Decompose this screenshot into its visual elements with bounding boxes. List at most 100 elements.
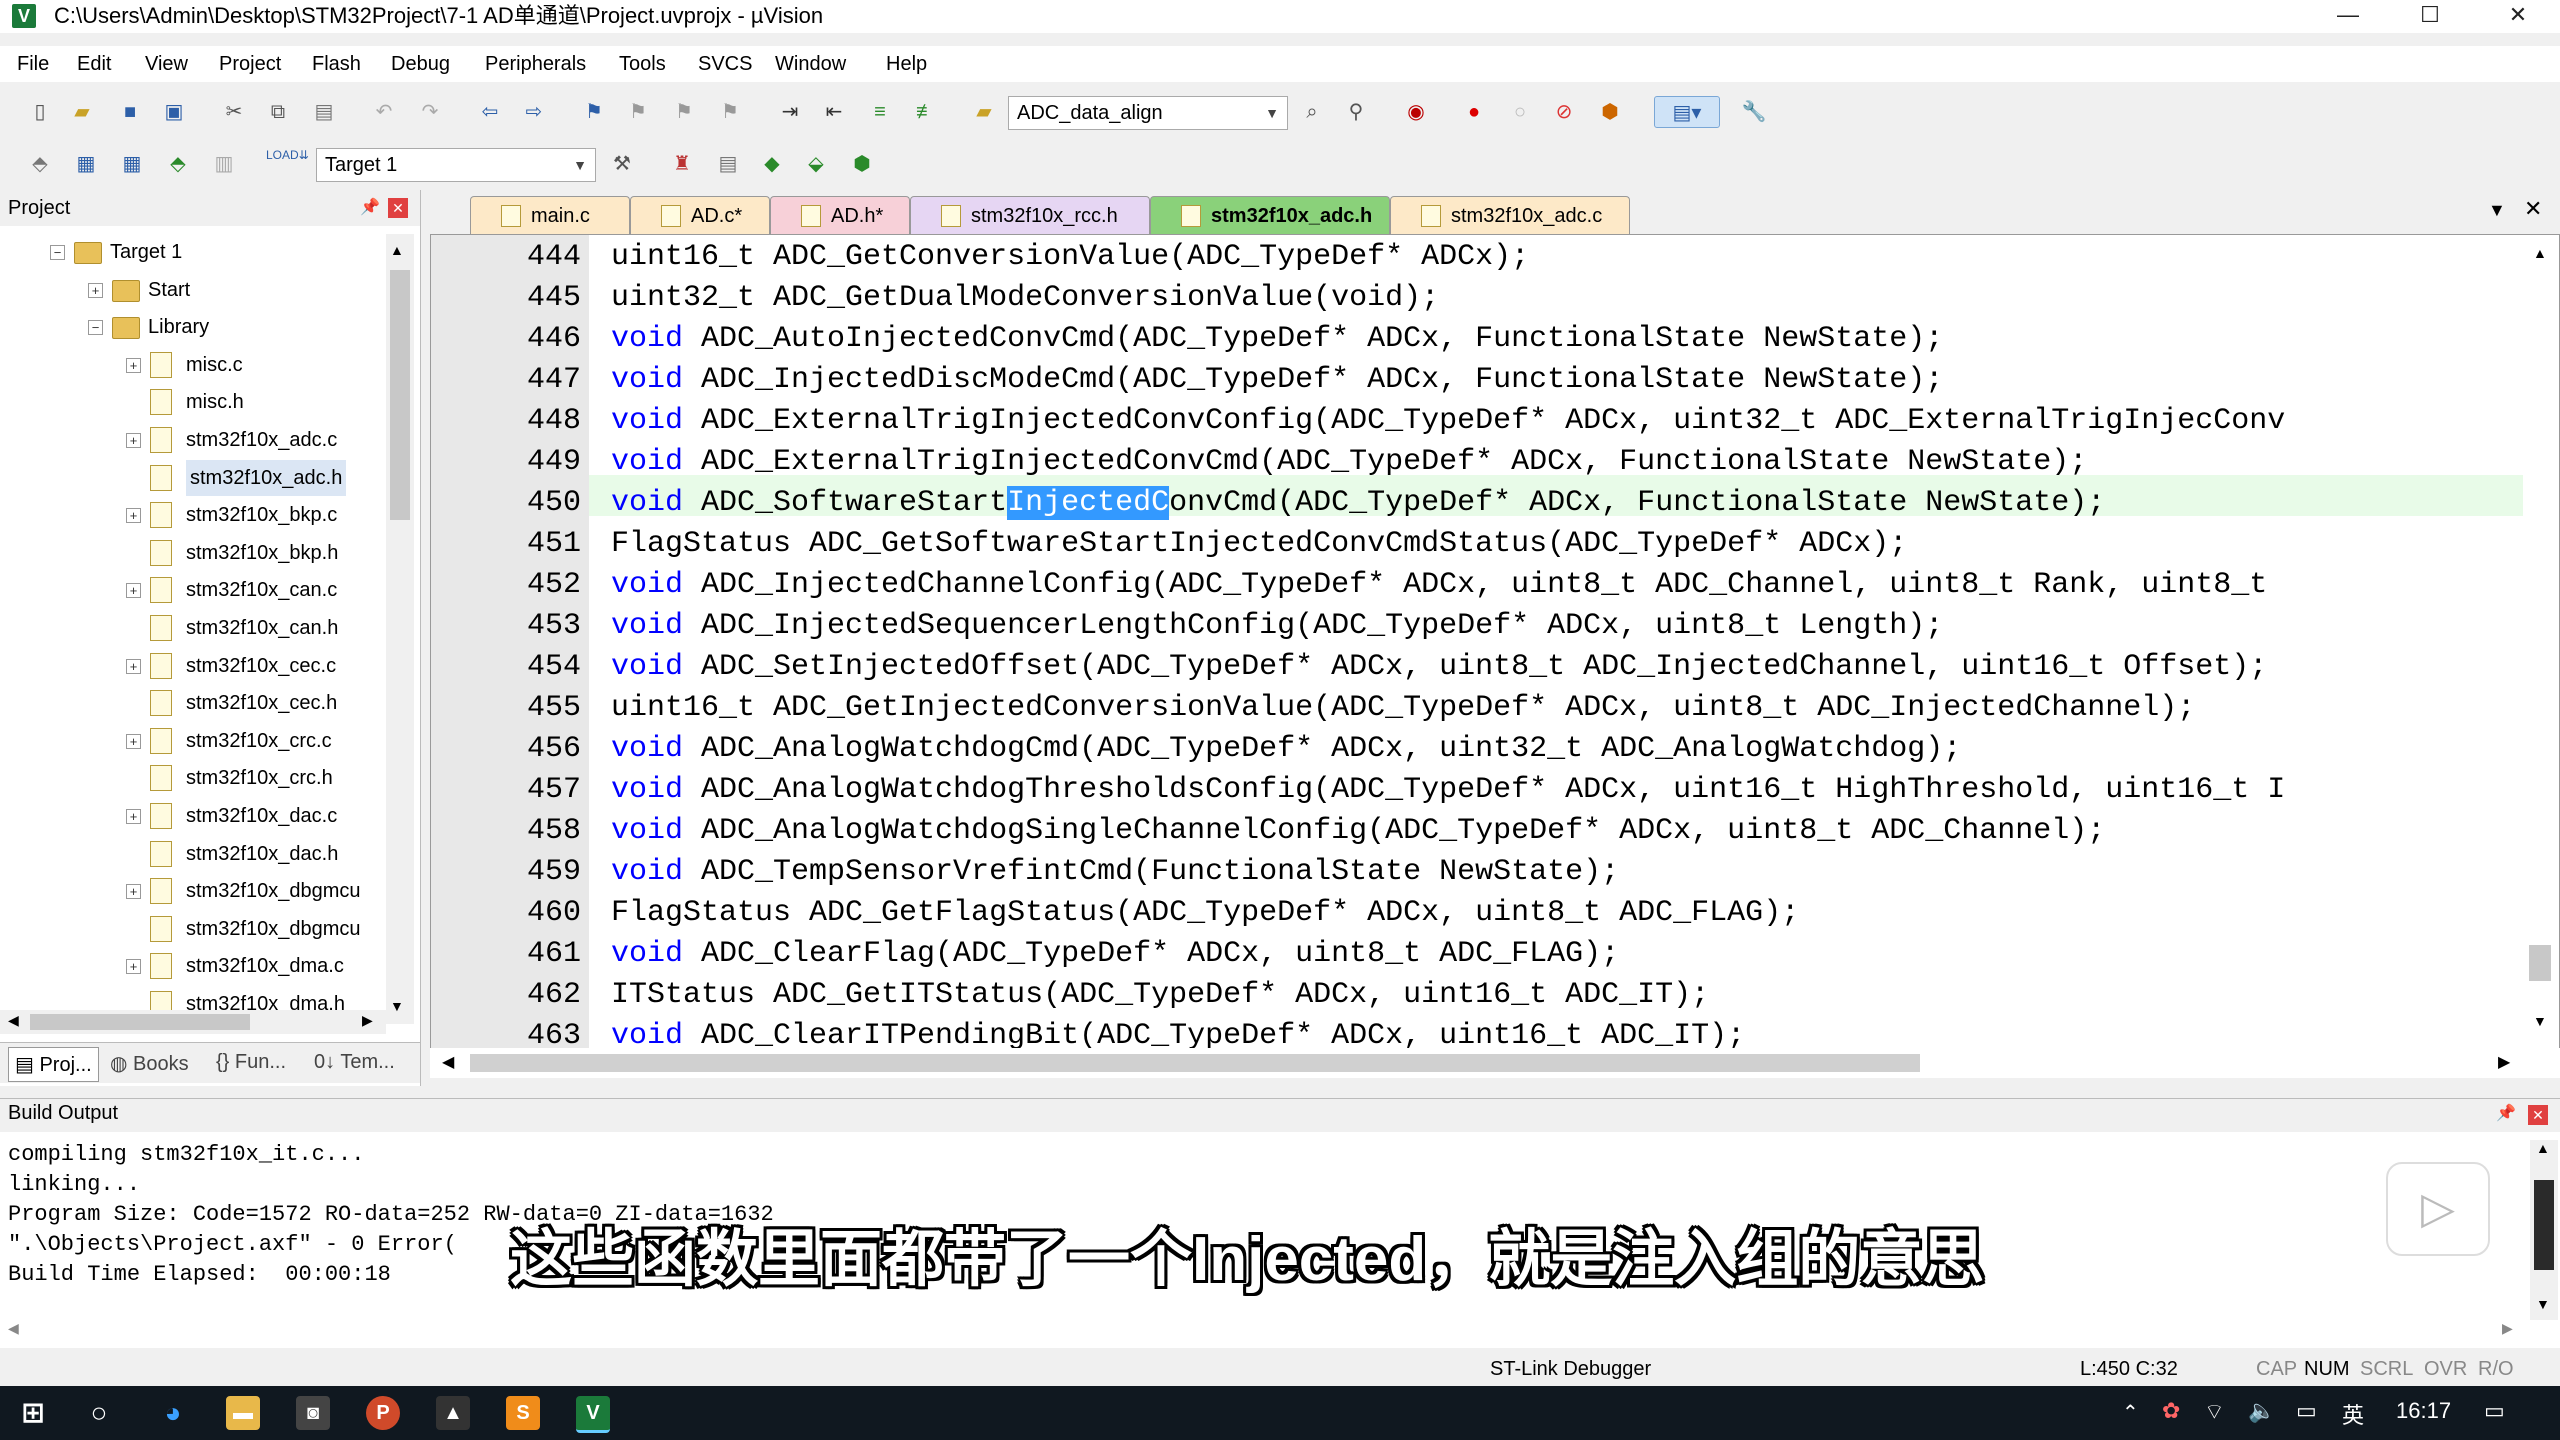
code-line[interactable]: FlagStatus ADC_GetFlagStatus(ADC_TypeDef… — [611, 893, 1799, 934]
tree-item[interactable]: + stm32f10x_can.c — [0, 572, 386, 608]
editor-horizontal-scrollbar[interactable]: ◀ ▶ — [430, 1048, 2560, 1078]
close-tab-icon[interactable]: ✕ — [2524, 196, 2542, 222]
redo-icon[interactable]: ↷ — [414, 96, 446, 128]
scroll-left-icon[interactable]: ◀ — [442, 1052, 454, 1072]
tab-stm32f10x-adc-h[interactable]: stm32f10x_adc.h — [1150, 196, 1390, 234]
find-icon[interactable]: ⌕ — [1296, 96, 1328, 128]
menu-svcs[interactable]: SVCS — [698, 50, 752, 78]
incremental-find-icon[interactable]: ⚲ — [1340, 96, 1372, 128]
tree-horizontal-scrollbar[interactable]: ◀ ▶ — [0, 1010, 386, 1034]
tab-list-dropdown-icon[interactable]: ▼ — [2488, 200, 2506, 221]
code-line[interactable]: uint16_t ADC_GetInjectedConversionValue(… — [611, 688, 2195, 729]
find-combo[interactable]: ADC_data_align ▼ — [1008, 96, 1288, 130]
chevron-down-icon[interactable]: ▼ — [1261, 97, 1283, 129]
collapse-icon[interactable]: − — [50, 245, 65, 260]
code-line[interactable]: FlagStatus ADC_GetSoftwareStartInjectedC… — [611, 524, 1907, 565]
tree-item[interactable]: + stm32f10x_bkp.c — [0, 497, 386, 533]
volume-icon[interactable]: 🔈 — [2248, 1398, 2275, 1424]
tab-templates[interactable]: 0↓ Tem... — [314, 1051, 395, 1074]
tab-functions[interactable]: {} Fun... — [216, 1051, 286, 1074]
minimize-button[interactable]: — — [2318, 0, 2378, 33]
powerpoint-icon[interactable]: P — [366, 1396, 400, 1430]
scroll-right-icon[interactable]: ▶ — [2502, 1320, 2513, 1337]
tab-project[interactable]: ▤ Proj... — [8, 1047, 99, 1082]
output-vertical-scrollbar[interactable]: ▲ ▼ — [2530, 1140, 2558, 1320]
pin-icon[interactable]: 📌 — [360, 190, 380, 226]
scroll-down-icon[interactable]: ▼ — [390, 998, 404, 1014]
stop-build-icon[interactable]: ▥ — [208, 148, 240, 180]
expand-icon[interactable]: + — [126, 884, 141, 900]
tree-item[interactable]: stm32f10x_bkp.h — [0, 535, 386, 571]
code-line[interactable]: void ADC_TempSensorVrefintCmd(Functional… — [611, 852, 1619, 893]
expand-icon[interactable]: + — [126, 809, 141, 824]
code-line[interactable]: ITStatus ADC_GetITStatus(ADC_TypeDef* AD… — [611, 975, 1709, 1016]
scroll-right-icon[interactable]: ▶ — [2498, 1052, 2510, 1072]
code-line[interactable]: void ADC_ClearFlag(ADC_TypeDef* ADCx, ui… — [611, 934, 1619, 975]
video-play-icon[interactable]: ▷ — [2386, 1162, 2490, 1256]
code-line[interactable]: void ADC_SoftwareStartInjectedConvCmd(AD… — [611, 483, 2105, 524]
build-icon[interactable]: ▦ — [70, 148, 102, 180]
code-line[interactable]: void ADC_AnalogWatchdogThresholdsConfig(… — [611, 770, 2285, 811]
edge-browser-icon[interactable]: ◕ — [156, 1396, 190, 1430]
show-hidden-icons-icon[interactable]: ⌃ — [2122, 1400, 2139, 1425]
menu-file[interactable]: File — [17, 50, 49, 78]
code-line[interactable]: void ADC_AnalogWatchdogCmd(ADC_TypeDef* … — [611, 729, 1961, 770]
menu-help[interactable]: Help — [886, 50, 927, 78]
tree-item[interactable]: + stm32f10x_cec.c — [0, 648, 386, 684]
run-time-env-icon[interactable]: ⬢ — [846, 148, 878, 180]
tree-item[interactable]: stm32f10x_crc.h — [0, 760, 386, 796]
tree-item[interactable]: stm32f10x_dac.h — [0, 836, 386, 872]
bookmark-icon[interactable]: ⚑ — [578, 96, 610, 128]
tab-ad-h[interactable]: AD.h* — [770, 196, 910, 234]
uvision-taskbar-icon[interactable]: V — [576, 1396, 610, 1433]
photos-icon[interactable]: ▲ — [436, 1396, 470, 1430]
load-icon[interactable]: LOAD⇊ — [266, 148, 309, 180]
tree-item[interactable]: + stm32f10x_dac.c — [0, 798, 386, 834]
tab-ad-c[interactable]: AD.c* — [630, 196, 770, 234]
manage-project-items-icon[interactable]: ♜ — [666, 148, 698, 180]
pack-installer-icon[interactable]: ⬙ — [800, 148, 832, 180]
tree-item[interactable]: + stm32f10x_dma.c — [0, 948, 386, 984]
code-editor[interactable]: 444 445 446 447 448 449 450 451 452 453 454 455 456 4… — [430, 234, 2560, 1052]
code-line[interactable]: void ADC_AutoInjectedConvCmd(ADC_TypeDef… — [611, 319, 1943, 360]
tree-item[interactable]: stm32f10x_can.h — [0, 610, 386, 646]
scroll-up-icon[interactable]: ▲ — [390, 242, 404, 258]
collapse-icon[interactable]: − — [88, 320, 103, 336]
expand-icon[interactable]: + — [126, 433, 141, 448]
configure-icon[interactable]: 🔧 — [1738, 96, 1770, 128]
tray-app-icon[interactable]: ✿ — [2162, 1398, 2180, 1424]
menu-edit[interactable]: Edit — [77, 50, 111, 78]
menu-project[interactable]: Project — [219, 50, 281, 78]
code-line[interactable]: void ADC_InjectedSequencerLengthConfig(A… — [611, 606, 1943, 647]
comment-icon[interactable]: ≡ — [864, 96, 896, 128]
tab-main-c[interactable]: main.c — [470, 196, 630, 234]
save-all-icon[interactable]: ▣ — [158, 96, 190, 128]
maximize-button[interactable]: ☐ — [2400, 0, 2460, 33]
target-combo[interactable]: Target 1 ▼ — [316, 148, 596, 182]
code-line[interactable]: void ADC_InjectedChannelConfig(ADC_TypeD… — [611, 565, 2267, 606]
notification-icon[interactable]: ▭ — [2484, 1398, 2505, 1424]
tab-stm32f10x-rcc-h[interactable]: stm32f10x_rcc.h — [910, 196, 1150, 234]
tree-item[interactable]: stm32f10x_dbgmcu — [0, 911, 386, 947]
menu-window[interactable]: Window — [775, 50, 846, 78]
menu-debug[interactable]: Debug — [391, 50, 450, 78]
kill-breakpoints-icon[interactable]: ⊘ — [1548, 96, 1580, 128]
clear-bookmarks-icon[interactable]: ⚑ — [714, 96, 746, 128]
code-line[interactable]: uint16_t ADC_GetConversionValue(ADC_Type… — [611, 237, 1529, 278]
rebuild-icon[interactable]: ▦ — [116, 148, 148, 180]
editor-vertical-scrollbar[interactable]: ▲ ▼ — [2523, 245, 2557, 1035]
network-icon[interactable]: ⌔ — [2204, 1398, 2225, 1426]
tree-item[interactable]: stm32f10x_adc.h — [0, 459, 386, 496]
scroll-thumb[interactable] — [390, 270, 410, 520]
undo-icon[interactable]: ↶ — [368, 96, 400, 128]
disable-all-breakpoints-icon[interactable]: ⬢ — [1594, 96, 1626, 128]
tab-books[interactable]: ◍ Books — [110, 1051, 189, 1076]
expand-icon[interactable]: + — [126, 733, 141, 749]
scroll-left-icon[interactable]: ◀ — [8, 1320, 19, 1337]
sublime-text-icon[interactable]: S — [506, 1396, 540, 1430]
menu-view[interactable]: View — [145, 50, 188, 78]
expand-icon[interactable]: + — [126, 658, 141, 674]
copy-icon[interactable]: ⧉ — [262, 96, 294, 128]
code-line[interactable]: void ADC_AnalogWatchdogSingleChannelConf… — [611, 811, 2105, 852]
clock[interactable]: 16:17 — [2396, 1398, 2451, 1424]
